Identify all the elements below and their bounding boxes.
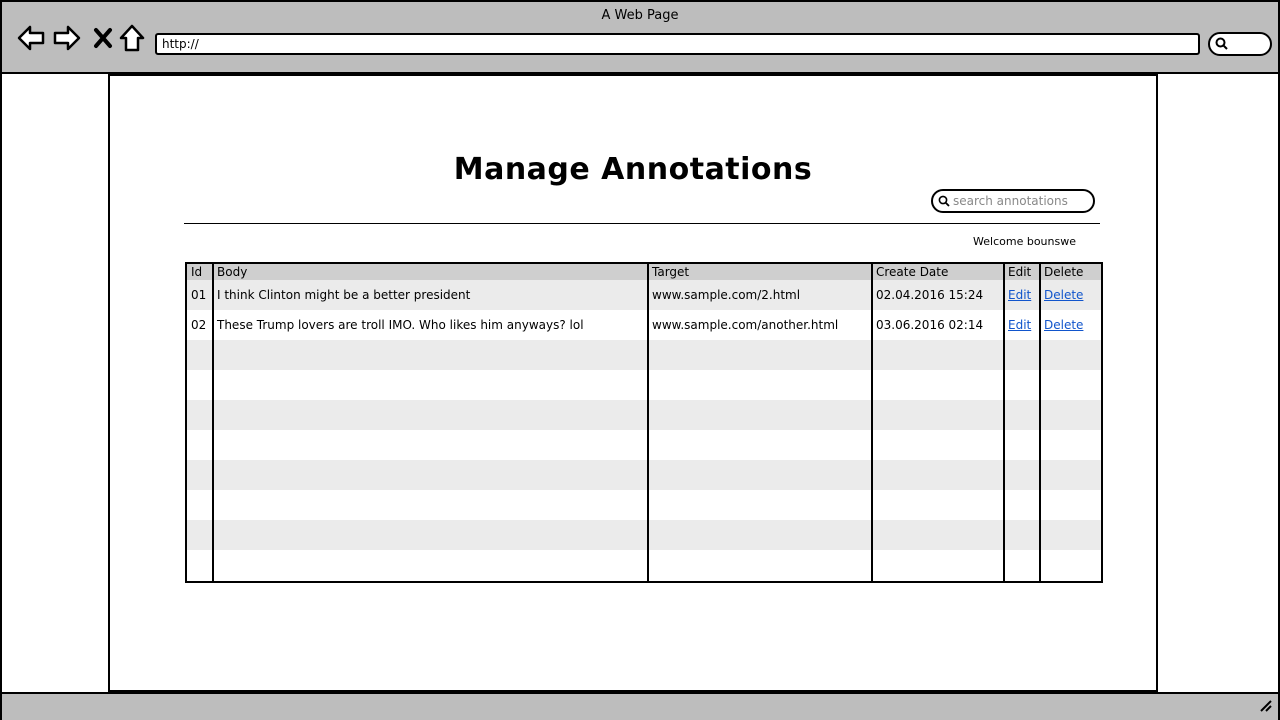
cell-body: These Trump lovers are troll IMO. Who li… — [217, 318, 584, 332]
browser-search-button[interactable] — [1208, 32, 1272, 56]
back-arrow-icon — [17, 25, 45, 51]
cell-id: 01 — [191, 288, 207, 302]
annotations-table: Id Body Target Create Date Edit Delete 0… — [185, 262, 1103, 583]
table-row-empty — [187, 520, 1101, 550]
column-header-body: Body — [217, 265, 248, 279]
column-header-target: Target — [652, 265, 690, 279]
column-divider — [1003, 264, 1005, 581]
page-title: Manage Annotations — [453, 152, 813, 187]
annotation-search[interactable] — [931, 189, 1095, 213]
cell-id: 02 — [191, 318, 207, 332]
table-row-empty — [187, 370, 1101, 400]
stop-button[interactable] — [88, 23, 118, 53]
table-row-empty — [187, 460, 1101, 490]
delete-link[interactable]: Delete — [1044, 318, 1083, 332]
browser-window: A Web Page http:// Manage Annotations se… — [0, 0, 1280, 720]
back-button[interactable] — [16, 23, 46, 53]
table-row-empty — [187, 340, 1101, 370]
url-bar[interactable]: http:// — [155, 33, 1200, 55]
column-header-edit: Edit — [1008, 265, 1032, 279]
column-divider — [871, 264, 873, 581]
column-header-create-date: Create Date — [876, 265, 949, 279]
browser-toolbar: A Web Page http:// — [2, 2, 1278, 74]
table-row-empty — [187, 400, 1101, 430]
column-divider — [1039, 264, 1041, 581]
header-divider — [184, 223, 1100, 224]
close-icon — [93, 27, 113, 49]
cell-body: I think Clinton might be a better presid… — [217, 288, 471, 302]
cell-target: www.sample.com/another.html — [652, 318, 839, 332]
column-divider — [212, 264, 214, 581]
page-content: Manage Annotations Welcome bounswe Id Bo… — [108, 74, 1158, 692]
home-button[interactable] — [117, 23, 147, 53]
home-icon — [119, 24, 145, 52]
status-bar — [2, 692, 1278, 720]
edit-link[interactable]: Edit — [1008, 318, 1031, 332]
search-input[interactable] — [953, 191, 1089, 211]
delete-link[interactable]: Delete — [1044, 288, 1083, 302]
cell-create-date: 02.04.2016 15:24 — [876, 288, 984, 302]
forward-button[interactable] — [52, 23, 82, 53]
cell-create-date: 03.06.2016 02:14 — [876, 318, 984, 332]
table-row-empty — [187, 430, 1101, 460]
resize-grip-icon[interactable] — [1258, 697, 1272, 716]
edit-link[interactable]: Edit — [1008, 288, 1031, 302]
table-header-row: Id Body Target Create Date Edit Delete — [187, 264, 1101, 280]
table-row: 02 These Trump lovers are troll IMO. Who… — [187, 310, 1101, 340]
table-row-empty — [187, 490, 1101, 520]
cell-target: www.sample.com/2.html — [652, 288, 801, 302]
table-row: 01 I think Clinton might be a better pre… — [187, 280, 1101, 310]
column-divider — [647, 264, 649, 581]
window-title: A Web Page — [601, 8, 679, 23]
column-header-id: Id — [191, 265, 203, 279]
table-row-empty — [187, 550, 1101, 580]
column-header-delete: Delete — [1044, 265, 1084, 279]
welcome-text: Welcome bounswe — [973, 235, 1076, 248]
forward-arrow-icon — [53, 25, 81, 51]
